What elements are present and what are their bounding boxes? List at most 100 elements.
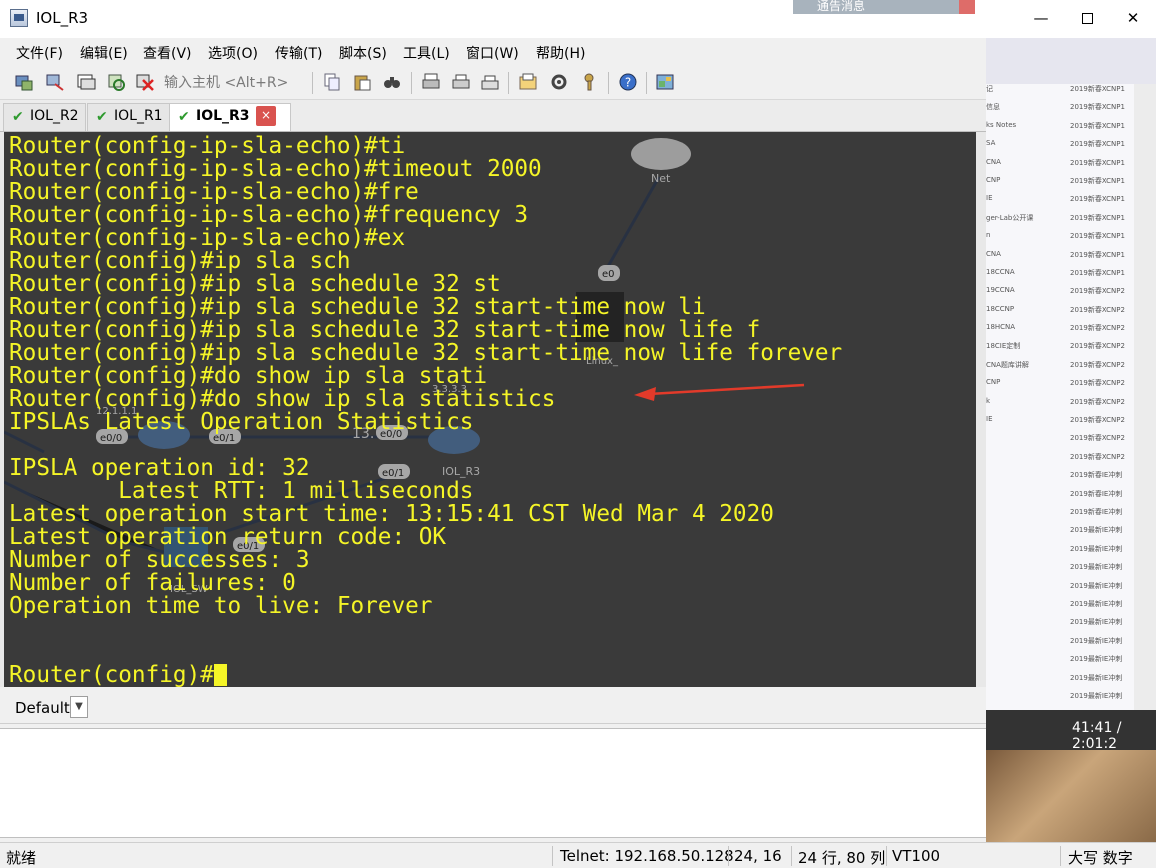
status-separator bbox=[791, 846, 792, 866]
terminal-line: Latest operation start time: 13:15:41 CS… bbox=[9, 501, 774, 527]
terminal-line: Latest RTT: 1 milliseconds bbox=[9, 478, 474, 504]
background-file-item: 2019新春XCNP1 bbox=[1070, 85, 1125, 93]
command-input-area[interactable] bbox=[0, 728, 986, 838]
help-icon[interactable]: ? bbox=[618, 72, 638, 92]
background-nav-item: n bbox=[986, 231, 991, 240]
toolbar-separator bbox=[508, 72, 509, 94]
connect-tab-icon[interactable] bbox=[76, 72, 96, 92]
tab-label: IOL_R1 bbox=[114, 108, 163, 124]
background-file-item: 2019最新IE冲刺 bbox=[1070, 544, 1123, 553]
background-file-item: 2019新春XCNP2 bbox=[1070, 434, 1125, 443]
background-file-item: 2019新春XCNP2 bbox=[1070, 342, 1125, 351]
notification-popup[interactable]: 通告消息 bbox=[793, 0, 975, 14]
session-options-icon[interactable] bbox=[518, 72, 538, 92]
background-file-item: 2019新春XCNP2 bbox=[1070, 360, 1125, 369]
menu-edit[interactable]: 编辑(E) bbox=[80, 43, 128, 63]
terminal-line: Latest operation return code: OK bbox=[9, 524, 447, 550]
tab-bar: ✔ IOL_R2 ✔ IOL_R1 ✔ IOL_R3 × bbox=[0, 100, 986, 132]
terminal-cursor bbox=[213, 664, 227, 686]
background-file-item: 2019新春XCNP1 bbox=[1070, 195, 1125, 204]
background-nav-item: IE bbox=[986, 415, 993, 424]
paste-icon[interactable] bbox=[352, 72, 372, 92]
background-file-item: 2019最新IE冲刺 bbox=[1070, 636, 1123, 645]
background-file-item: 2019新春XCNP1 bbox=[1070, 232, 1125, 241]
background-file-item: 2019新春XCNP1 bbox=[1070, 158, 1125, 167]
title-bar: IOL_R3 通告消息 — ✕ bbox=[0, 0, 1156, 38]
connected-check-icon: ✔ bbox=[178, 109, 190, 125]
quick-connect-icon[interactable] bbox=[45, 72, 65, 92]
background-nav-item: 19CCNA bbox=[986, 286, 1015, 295]
menu-file[interactable]: 文件(F) bbox=[16, 43, 63, 63]
reconnect-icon[interactable] bbox=[106, 72, 126, 92]
background-nav-item: CNA bbox=[986, 157, 1001, 166]
svg-text:?: ? bbox=[625, 76, 631, 90]
menu-window[interactable]: 窗口(W) bbox=[466, 43, 519, 63]
status-cursor-position: 24, 16 bbox=[734, 847, 782, 865]
menu-options[interactable]: 选项(O) bbox=[208, 43, 258, 63]
menu-help[interactable]: 帮助(H) bbox=[536, 43, 585, 63]
tab-iol-r1[interactable]: ✔ IOL_R1 bbox=[87, 103, 170, 131]
background-window: 记信息 ks Notes SA CNA CNP IE ger-Lab公开课 n CNA 18CCN… bbox=[986, 38, 1156, 842]
menu-tools[interactable]: 工具(L) bbox=[403, 43, 450, 63]
status-bar: 就绪 Telnet: 192.168.50.128 24, 16 24 行, 8… bbox=[0, 842, 1156, 868]
background-file-item: 2019新春XCNP1 bbox=[1070, 268, 1125, 277]
terminal-line: Router(config-ip-sla-echo)#ex bbox=[9, 225, 406, 251]
status-connection: Telnet: 192.168.50.128 bbox=[560, 847, 734, 865]
menu-view[interactable]: 查看(V) bbox=[143, 43, 192, 63]
sftp-icon[interactable] bbox=[655, 72, 675, 92]
terminal-output: Router(config-ip-sla-echo)#ti Router(conf… bbox=[9, 135, 842, 687]
background-nav-item: 18HCNA bbox=[986, 323, 1016, 332]
media-player-bar: 41:41 / 2:01:2 bbox=[986, 710, 1156, 752]
background-file-item: 2019新春IE冲刺 bbox=[1070, 489, 1123, 498]
session-select-value[interactable]: Default bbox=[15, 699, 70, 717]
menu-transfer[interactable]: 传输(T) bbox=[275, 43, 322, 63]
background-nav-item: 记 bbox=[986, 85, 993, 93]
window-title: IOL_R3 bbox=[36, 9, 89, 27]
key-icon[interactable] bbox=[579, 72, 599, 92]
background-file-list: 2019新春XCNP1 2019新春XCNP1 2019新春XCNP1 2019新春X… bbox=[1070, 84, 1134, 764]
background-file-item: 2019最新IE冲刺 bbox=[1070, 563, 1123, 572]
terminal-window[interactable]: Net Linux_ IOL_R3 IOL_SW 12.1.1.1 3.3.3.… bbox=[0, 132, 986, 687]
background-file-item: 2019新春XCNP2 bbox=[1070, 324, 1125, 333]
close-button[interactable]: ✕ bbox=[1110, 0, 1156, 38]
terminal-scrollbar[interactable] bbox=[976, 132, 986, 687]
print-screen-icon[interactable] bbox=[480, 72, 500, 92]
background-nav-item: 18CIE定制 bbox=[986, 342, 1021, 351]
background-nav-item: SA bbox=[986, 139, 996, 148]
connected-check-icon: ✔ bbox=[12, 109, 24, 125]
toolbar-separator bbox=[608, 72, 609, 94]
terminal-line: Router(config)#ip sla schedule 32 start-… bbox=[9, 317, 761, 343]
disconnect-icon[interactable] bbox=[135, 72, 155, 92]
copy-icon[interactable] bbox=[322, 72, 342, 92]
toolbar: 输入主机 <Alt+R> ? bbox=[0, 66, 986, 100]
terminal-line: Router(config-ip-sla-echo)#fre bbox=[9, 179, 419, 205]
find-icon[interactable] bbox=[382, 72, 402, 92]
toolbar-separator bbox=[646, 72, 647, 94]
tab-iol-r2[interactable]: ✔ IOL_R2 bbox=[3, 103, 86, 131]
app-icon bbox=[10, 9, 28, 27]
terminal-line: Router(config)#ip sla sch bbox=[9, 248, 351, 274]
terminal-line: ​ bbox=[9, 641, 842, 664]
terminal-line: Router(config-ip-sla-echo)#ti bbox=[9, 133, 406, 159]
background-nav-item: k bbox=[986, 396, 991, 405]
background-nav-item: ger-Lab公开课 bbox=[986, 213, 1034, 222]
print-icon[interactable] bbox=[421, 72, 441, 92]
notification-close-icon[interactable] bbox=[959, 0, 975, 14]
maximize-icon bbox=[1081, 13, 1093, 24]
background-file-item: 2019新春XCNP2 bbox=[1070, 287, 1125, 296]
background-file-item: 2019新春XCNP2 bbox=[1070, 379, 1125, 388]
tab-close-button[interactable]: × bbox=[256, 106, 276, 126]
status-separator bbox=[552, 846, 553, 866]
connect-icon[interactable] bbox=[14, 72, 34, 92]
notification-title: 通告消息 bbox=[817, 0, 866, 13]
menu-script[interactable]: 脚本(S) bbox=[339, 43, 387, 63]
command-window-header: Default ▼ bbox=[0, 692, 986, 724]
minimize-button[interactable]: — bbox=[1018, 0, 1064, 38]
terminal-line: Operation time to live: Forever bbox=[9, 593, 433, 619]
chevron-down-icon[interactable]: ▼ bbox=[70, 696, 88, 718]
print-selection-icon[interactable] bbox=[451, 72, 471, 92]
maximize-button[interactable] bbox=[1064, 0, 1110, 38]
status-terminal-size: 24 行, 80 列 bbox=[798, 849, 886, 867]
global-options-icon[interactable] bbox=[549, 72, 569, 92]
quick-connect-input[interactable]: 输入主机 <Alt+R> bbox=[164, 72, 304, 92]
